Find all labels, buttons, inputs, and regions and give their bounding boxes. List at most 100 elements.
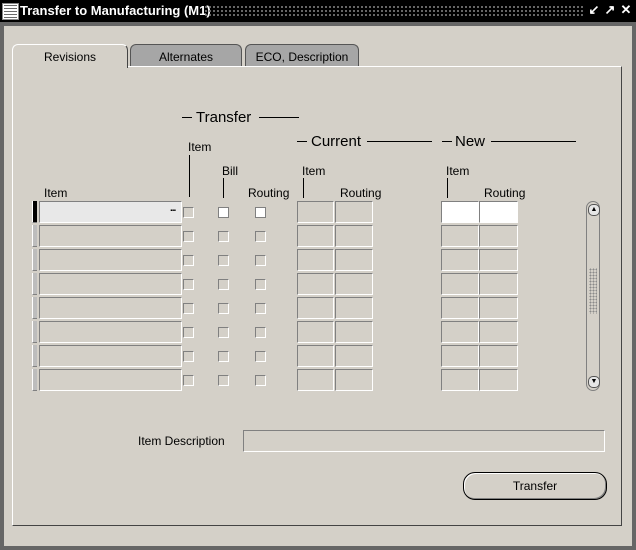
transfer-routing-checkbox[interactable] [255,327,266,338]
item-description-label: Item Description [138,434,225,448]
new-item-field[interactable] [441,249,479,271]
transfer-item-checkbox[interactable] [183,375,194,386]
row-selector[interactable] [32,273,37,295]
current-routing-field[interactable] [335,297,373,319]
transfer-item-checkbox[interactable] [183,351,194,362]
current-item-column-header: Item [302,164,326,178]
item-field[interactable] [39,249,182,271]
transfer-routing-column-header: Routing [248,186,290,200]
leader-line [223,178,224,198]
transfer-routing-checkbox[interactable] [255,351,266,362]
transfer-routing-checkbox[interactable] [255,303,266,314]
row-selector[interactable] [32,297,37,319]
new-item-field[interactable] [441,369,479,391]
new-item-field[interactable] [441,273,479,295]
new-routing-column-header: Routing [484,186,526,200]
transfer-bill-checkbox[interactable] [218,279,229,290]
current-routing-field[interactable] [335,249,373,271]
item-field[interactable] [39,297,182,319]
vertical-scrollbar[interactable]: ▲ ▼ [586,201,600,391]
row-selector[interactable] [32,345,37,367]
current-routing-field[interactable] [335,201,373,223]
minimize-icon[interactable]: ↙ [586,2,602,18]
transfer-item-checkbox[interactable] [183,327,194,338]
divider [259,117,299,118]
transfer-routing-checkbox[interactable] [255,207,266,218]
transfer-item-checkbox[interactable] [183,207,194,218]
new-routing-field[interactable] [479,273,518,295]
current-routing-field[interactable] [335,225,373,247]
item-field[interactable] [39,321,182,343]
transfer-routing-checkbox[interactable] [255,279,266,290]
new-routing-field[interactable] [479,297,518,319]
transfer-bill-checkbox[interactable] [218,303,229,314]
transfer-bill-checkbox[interactable] [218,231,229,242]
transfer-routing-checkbox[interactable] [255,375,266,386]
row-selector[interactable] [32,201,37,223]
scroll-thumb-grip[interactable] [589,268,597,314]
new-routing-field[interactable] [479,321,518,343]
transfer-item-checkbox[interactable] [183,231,194,242]
current-routing-field[interactable] [335,321,373,343]
scroll-up-icon[interactable]: ▲ [588,204,600,216]
divider [367,141,432,142]
new-item-field[interactable] [441,321,479,343]
leader-line [447,178,448,198]
list-of-values-icon[interactable]: ... [170,203,176,214]
maximize-icon[interactable]: ↗ [602,2,618,18]
new-item-field[interactable] [441,345,479,367]
current-group-label: Current [311,133,362,150]
close-icon[interactable]: ✕ [618,2,634,18]
current-item-field[interactable] [297,273,334,295]
app-icon [2,3,19,20]
new-routing-field[interactable] [479,345,518,367]
transfer-item-checkbox[interactable] [183,279,194,290]
current-routing-field[interactable] [335,273,373,295]
transfer-item-checkbox[interactable] [183,255,194,266]
tab-alternates[interactable]: Alternates [130,44,242,66]
new-item-field[interactable] [441,297,479,319]
transfer-button[interactable]: Transfer [463,472,607,500]
transfer-bill-checkbox[interactable] [218,207,229,218]
item-column-header: Item [44,186,68,200]
current-item-field[interactable] [297,225,334,247]
row-selector[interactable] [32,225,37,247]
new-routing-field[interactable] [479,249,518,271]
item-description-field[interactable] [243,430,605,452]
item-field[interactable] [39,201,182,223]
new-routing-field[interactable] [479,201,518,223]
item-field[interactable] [39,369,182,391]
current-item-field[interactable] [297,297,334,319]
transfer-item-checkbox[interactable] [183,303,194,314]
row-selector[interactable] [32,321,37,343]
scroll-down-icon[interactable]: ▼ [588,376,600,388]
current-item-field[interactable] [297,321,334,343]
new-routing-field[interactable] [479,225,518,247]
current-item-field[interactable] [297,249,334,271]
item-field[interactable] [39,225,182,247]
current-item-field[interactable] [297,201,334,223]
transfer-bill-checkbox[interactable] [218,375,229,386]
transfer-bill-checkbox[interactable] [218,255,229,266]
row-selector[interactable] [32,249,37,271]
transfer-bill-checkbox[interactable] [218,351,229,362]
item-field[interactable] [39,345,182,367]
current-item-field[interactable] [297,369,334,391]
current-routing-field[interactable] [335,345,373,367]
current-routing-field[interactable] [335,369,373,391]
transfer-routing-checkbox[interactable] [255,231,266,242]
current-item-field[interactable] [297,345,334,367]
row-selector[interactable] [32,369,37,391]
new-routing-field[interactable] [479,369,518,391]
new-item-field[interactable] [441,201,479,223]
item-field[interactable] [39,273,182,295]
transfer-routing-checkbox[interactable] [255,255,266,266]
transfer-bill-checkbox[interactable] [218,327,229,338]
tab-eco-description[interactable]: ECO, Description [245,44,359,66]
leader-line [189,155,190,197]
transfer-item-column-header: Item [188,140,212,154]
tab-revisions[interactable]: Revisions [12,44,128,68]
title-bar-grip[interactable] [204,5,584,17]
transfer-bill-column-header: Bill [222,164,239,178]
new-item-field[interactable] [441,225,479,247]
